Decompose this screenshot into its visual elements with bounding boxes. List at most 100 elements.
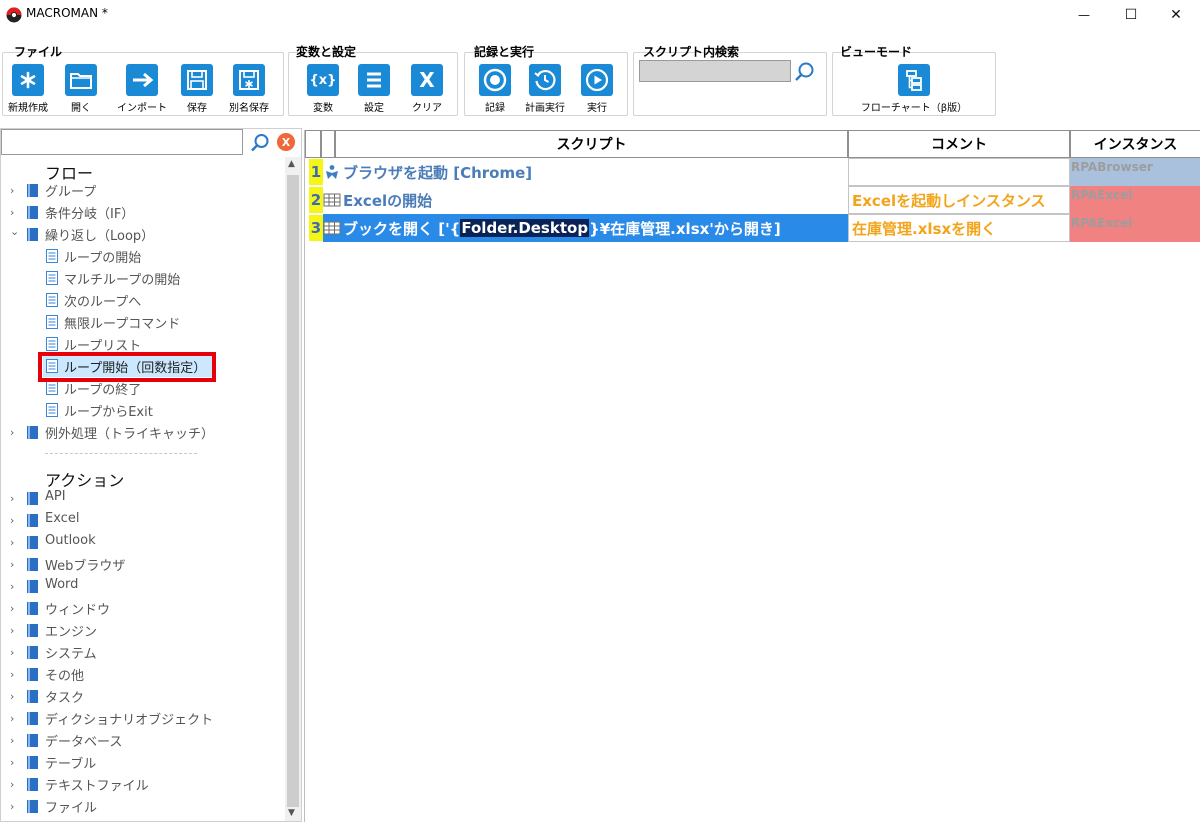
- run-button[interactable]: 実行: [568, 64, 626, 116]
- command-tree: フロー › グループ › 条件分岐（IF） ⌄ 繰り返し（Loop） ループの開…: [1, 157, 285, 821]
- book-icon: [27, 712, 38, 725]
- tree-leaf-loop-end[interactable]: ループの終了: [1, 377, 285, 399]
- script-cell[interactable]: ブックを開く ['{Folder.Desktop}¥在庫管理.xlsx'から開き…: [323, 214, 848, 242]
- instance-cell[interactable]: RPAExcel: [1070, 214, 1200, 242]
- tree-leaf-loop-start[interactable]: ループの開始: [1, 245, 285, 267]
- chevron-right-icon[interactable]: ›: [10, 646, 14, 659]
- clear-glyph: X: [419, 68, 435, 92]
- instance-column-header[interactable]: インスタンス: [1070, 130, 1200, 158]
- tree-item-action[interactable]: › Word: [1, 575, 285, 597]
- script-cell[interactable]: Excelの開始: [323, 186, 848, 214]
- scroll-thumb[interactable]: [287, 175, 299, 807]
- chevron-right-icon[interactable]: ›: [10, 756, 14, 769]
- script-cell[interactable]: ブラウザを起動 [Chrome]: [323, 158, 848, 186]
- tree-item-if[interactable]: › 条件分岐（IF）: [1, 201, 285, 223]
- search-icon[interactable]: [793, 60, 817, 84]
- chevron-right-icon[interactable]: ›: [10, 778, 14, 791]
- chevron-right-icon[interactable]: ›: [10, 690, 14, 703]
- tree-item-loop[interactable]: ⌄ 繰り返し（Loop）: [1, 223, 285, 245]
- chevron-down-icon[interactable]: ⌄: [10, 225, 19, 238]
- record-group-label: 記録と実行: [474, 45, 535, 59]
- comment-column-header[interactable]: コメント: [848, 130, 1070, 158]
- scroll-up-icon[interactable]: ▲: [288, 159, 295, 169]
- script-row-selected[interactable]: 3 ブックを開く ['{Folder.Desktop}¥在庫管理.xlsx'から…: [305, 214, 1200, 242]
- chevron-right-icon[interactable]: ›: [10, 712, 14, 725]
- variables-group: 変数と設定 {x} 変数 設定 X クリア: [288, 40, 458, 118]
- chevron-right-icon[interactable]: ›: [10, 426, 14, 439]
- new-button[interactable]: 新規作成: [0, 64, 57, 116]
- tree-item-action[interactable]: › ウィンドウ: [1, 597, 285, 619]
- scroll-down-icon[interactable]: ▼: [288, 808, 295, 818]
- tree-leaf-next-loop[interactable]: 次のループへ: [1, 289, 285, 311]
- tree-search-input[interactable]: [1, 129, 243, 155]
- chevron-right-icon[interactable]: ›: [10, 184, 14, 197]
- tree-item-label: API: [45, 489, 66, 504]
- open-button[interactable]: 開く: [52, 64, 110, 116]
- minimize-button[interactable]: —: [1062, 0, 1106, 30]
- chevron-right-icon[interactable]: ›: [10, 624, 14, 637]
- maximize-icon: ☐: [1124, 7, 1138, 23]
- chevron-right-icon[interactable]: ›: [10, 668, 14, 681]
- save-as-icon: [233, 64, 265, 96]
- tree-leaf-label: 無限ループコマンド: [64, 317, 181, 332]
- tree-item-action[interactable]: › データベース: [1, 729, 285, 751]
- maximize-button[interactable]: ☐: [1108, 0, 1154, 30]
- script-column-header[interactable]: スクリプト: [335, 130, 848, 158]
- tree-scrollbar[interactable]: ▲ ▼: [285, 157, 301, 821]
- tree-leaf-loop-exit[interactable]: ループからExit: [1, 399, 285, 421]
- chevron-right-icon[interactable]: ›: [10, 514, 14, 527]
- comment-cell[interactable]: 在庫管理.xlsxを開く: [848, 214, 1070, 242]
- tree-leaf-infinite-loop[interactable]: 無限ループコマンド: [1, 311, 285, 333]
- script-search-input[interactable]: [639, 60, 791, 82]
- chevron-right-icon[interactable]: ›: [10, 492, 14, 505]
- tree-leaf-loop-count-start[interactable]: ループ開始（回数指定）: [43, 355, 213, 377]
- import-button[interactable]: インポート: [113, 64, 171, 116]
- tree-clear-icon[interactable]: X: [277, 133, 295, 151]
- tree-item-action[interactable]: › Excel: [1, 509, 285, 531]
- tree-search-icon[interactable]: [249, 132, 271, 154]
- tree-leaf-multi-loop-start[interactable]: マルチループの開始: [1, 267, 285, 289]
- chevron-right-icon[interactable]: ›: [10, 536, 14, 549]
- chevron-right-icon[interactable]: ›: [10, 580, 14, 593]
- tree-item-action[interactable]: › エンジン: [1, 619, 285, 641]
- schedule-run-button[interactable]: 計画実行: [516, 64, 574, 116]
- variables-button[interactable]: {x} 変数: [294, 64, 352, 116]
- comment-cell[interactable]: [848, 158, 1070, 186]
- clear-button[interactable]: X クリア: [398, 64, 456, 116]
- chevron-right-icon[interactable]: ›: [10, 734, 14, 747]
- document-icon: [46, 271, 58, 285]
- play-icon: [581, 64, 613, 96]
- save-button[interactable]: 保存: [168, 64, 226, 116]
- chevron-right-icon[interactable]: ›: [10, 558, 14, 571]
- tree-item-action[interactable]: › テキストファイル: [1, 773, 285, 795]
- tree-item-label: データベース: [45, 735, 123, 750]
- tree-leaf-loop-list[interactable]: ループリスト: [1, 333, 285, 355]
- script-row[interactable]: 1 ブラウザを起動 [Chrome] RPABrowser: [305, 158, 1200, 186]
- tree-item-group[interactable]: › グループ: [1, 179, 285, 201]
- save-as-button[interactable]: 別名保存: [220, 64, 278, 116]
- tree-item-action[interactable]: › システム: [1, 641, 285, 663]
- tree-item-action[interactable]: › タスク: [1, 685, 285, 707]
- tree-item-action[interactable]: › API: [1, 487, 285, 509]
- settings-button[interactable]: 設定: [345, 64, 403, 116]
- tree-item-label: その他: [45, 669, 85, 684]
- tree-item-label: 例外処理（トライキャッチ）: [45, 427, 215, 442]
- instance-cell[interactable]: RPABrowser: [1070, 158, 1200, 186]
- window-title: MACROMAN *: [26, 6, 108, 20]
- script-row[interactable]: 2 Excelの開始 Excelを起動しインスタンス RPAExcel: [305, 186, 1200, 214]
- tree-item-try-catch[interactable]: › 例外処理（トライキャッチ）: [1, 421, 285, 443]
- tree-item-action[interactable]: › テーブル: [1, 751, 285, 773]
- tree-item-action[interactable]: › Webブラウザ: [1, 553, 285, 575]
- tree-item-action[interactable]: › Outlook: [1, 531, 285, 553]
- row-number: 2: [309, 187, 323, 213]
- tree-item-action[interactable]: › ディクショナリオブジェクト: [1, 707, 285, 729]
- tree-item-action[interactable]: › ファイル: [1, 795, 285, 817]
- chevron-right-icon[interactable]: ›: [10, 602, 14, 615]
- close-button[interactable]: ✕: [1152, 0, 1200, 30]
- tree-item-action[interactable]: › その他: [1, 663, 285, 685]
- comment-cell[interactable]: Excelを起動しインスタンス: [848, 186, 1070, 214]
- instance-cell[interactable]: RPAExcel: [1070, 186, 1200, 214]
- flowchart-view-button[interactable]: フローチャート（β版）: [854, 64, 974, 116]
- chevron-right-icon[interactable]: ›: [10, 206, 14, 219]
- chevron-right-icon[interactable]: ›: [10, 800, 14, 813]
